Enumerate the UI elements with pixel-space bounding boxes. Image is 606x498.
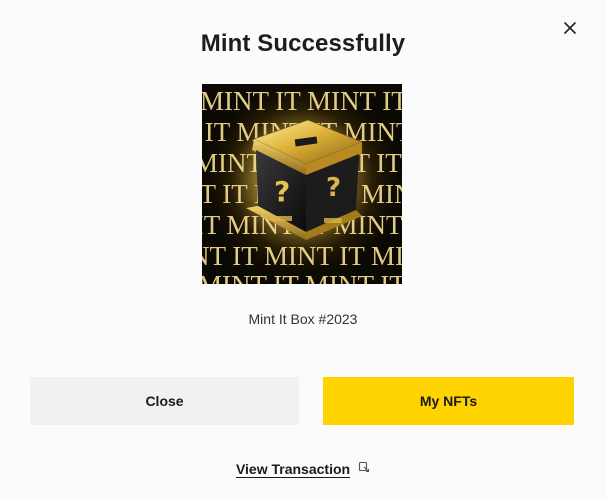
external-link-icon[interactable] <box>358 460 370 478</box>
svg-text:MINT IT MINT IT MINT: MINT IT MINT IT MINT <box>202 86 402 116</box>
view-transaction-label[interactable]: View Transaction <box>236 461 350 477</box>
svg-text:NT IT MINT IT MINT IT: NT IT MINT IT MINT IT <box>202 241 402 271</box>
svg-text:?: ? <box>326 173 341 203</box>
nft-name: Mint It Box #2023 <box>248 311 358 327</box>
close-button[interactable]: Close <box>30 377 299 425</box>
dialog-title: Mint Successfully <box>200 30 406 57</box>
my-nfts-button[interactable]: My NFTs <box>323 377 574 425</box>
svg-text:MINT IT MINT IT MINT: MINT IT MINT IT MINT <box>202 270 402 284</box>
view-transaction-link[interactable]: View Transaction <box>0 460 606 478</box>
nft-image: MINT IT MINT IT MINT T IT MINT IT MINT I… <box>202 84 402 284</box>
svg-text:?: ? <box>274 175 290 208</box>
